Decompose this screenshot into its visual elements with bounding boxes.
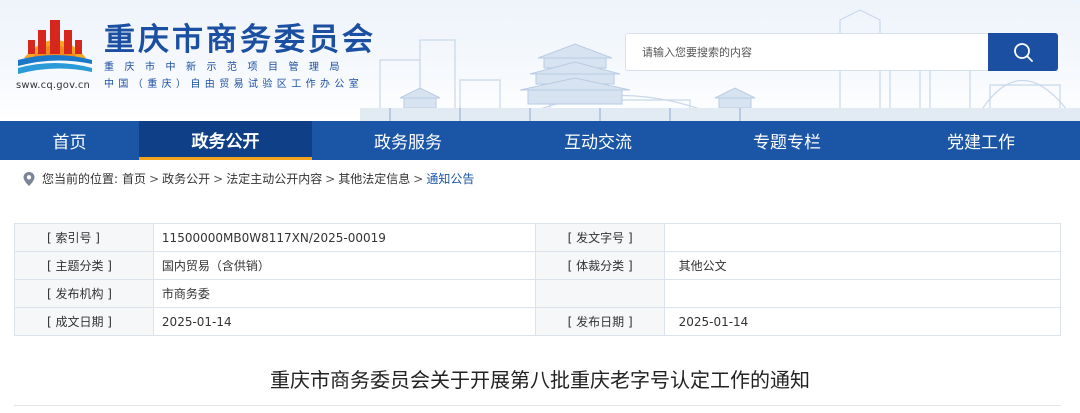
breadcrumb-notices[interactable]: 通知公告 <box>426 170 474 187</box>
location-pin-icon <box>23 171 35 186</box>
meta-value <box>663 279 1062 308</box>
main-nav: 首页 政务公开 政务服务 互动交流 专题专栏 党建工作 <box>0 121 1080 160</box>
search-box <box>625 33 1058 71</box>
document-title: 重庆市商务委员会关于开展第八批重庆老字号认定工作的通知 <box>270 368 810 392</box>
document-metadata-table: [ 索引号 ] 11500000MB0W8117XN/2025-00019 [ … <box>14 223 1062 336</box>
site-domain: sww.cq.gov.cn <box>16 80 91 91</box>
nav-item-party-building[interactable]: 党建工作 <box>882 121 1080 160</box>
breadcrumb-separator: > <box>325 171 336 186</box>
breadcrumb-statutory-content[interactable]: 法定主动公开内容 <box>226 170 322 187</box>
meta-label: [ 发布日期 ] <box>534 307 665 336</box>
breadcrumb-other-info[interactable]: 其他法定信息 <box>338 170 410 187</box>
meta-value: 市商务委 <box>152 279 536 308</box>
search-icon <box>1014 43 1033 62</box>
meta-label: [ 索引号 ] <box>14 223 154 252</box>
breadcrumb-prefix: 您当前的位置: <box>42 172 119 186</box>
meta-value <box>663 223 1062 252</box>
site-title[interactable]: 重庆市商务委员会 <box>104 14 376 59</box>
search-button[interactable] <box>988 33 1058 71</box>
meta-label <box>534 279 665 308</box>
breadcrumb-government-affairs[interactable]: 政务公开 <box>162 170 210 187</box>
nav-item-special-topics[interactable]: 专题专栏 <box>692 121 882 160</box>
meta-label: [ 主题分类 ] <box>14 251 154 280</box>
government-emblem-icon <box>18 20 92 74</box>
search-input[interactable] <box>626 34 989 70</box>
table-row: [ 成文日期 ] 2025-01-14 [ 发布日期 ] 2025-01-14 <box>14 307 1062 336</box>
nav-item-home[interactable]: 首页 <box>0 121 139 160</box>
table-row: [ 发布机构 ] 市商务委 <box>14 279 1062 308</box>
table-row: [ 索引号 ] 11500000MB0W8117XN/2025-00019 [ … <box>14 223 1062 252</box>
meta-label: [ 发文字号 ] <box>534 223 665 252</box>
breadcrumb-separator: > <box>149 171 160 186</box>
site-subtitle-1: 重庆市中新示范项目管理局 <box>104 62 350 73</box>
site-subtitle-2: 中国（重庆）自由贸易试验区工作办公室 <box>104 79 364 90</box>
meta-value: 国内贸易（含供销） <box>152 251 536 280</box>
meta-label: [ 成文日期 ] <box>14 307 154 336</box>
meta-label: [ 发布机构 ] <box>14 279 154 308</box>
breadcrumb-separator: > <box>213 171 224 186</box>
table-row: [ 主题分类 ] 国内贸易（含供销） [ 体裁分类 ] 其他公文 <box>14 251 1062 280</box>
breadcrumb-home[interactable]: 首页 <box>122 170 146 187</box>
meta-value: 2025-01-14 <box>663 307 1062 336</box>
breadcrumb-separator: > <box>413 171 424 186</box>
nav-item-government-affairs[interactable]: 政务公开 <box>139 121 312 160</box>
meta-value: 2025-01-14 <box>152 307 536 336</box>
nav-item-interaction[interactable]: 互动交流 <box>504 121 692 160</box>
meta-value: 其他公文 <box>663 251 1062 280</box>
site-header: sww.cq.gov.cn 重庆市商务委员会 重庆市中新示范项目管理局 中国（重… <box>0 0 1080 121</box>
divider <box>14 405 1061 406</box>
meta-label: [ 体裁分类 ] <box>534 251 665 280</box>
breadcrumb: 您当前的位置: 首页 > 政务公开 > 法定主动公开内容 > 其他法定信息 > … <box>22 170 474 187</box>
nav-item-government-services[interactable]: 政务服务 <box>312 121 504 160</box>
meta-value: 11500000MB0W8117XN/2025-00019 <box>152 223 536 252</box>
